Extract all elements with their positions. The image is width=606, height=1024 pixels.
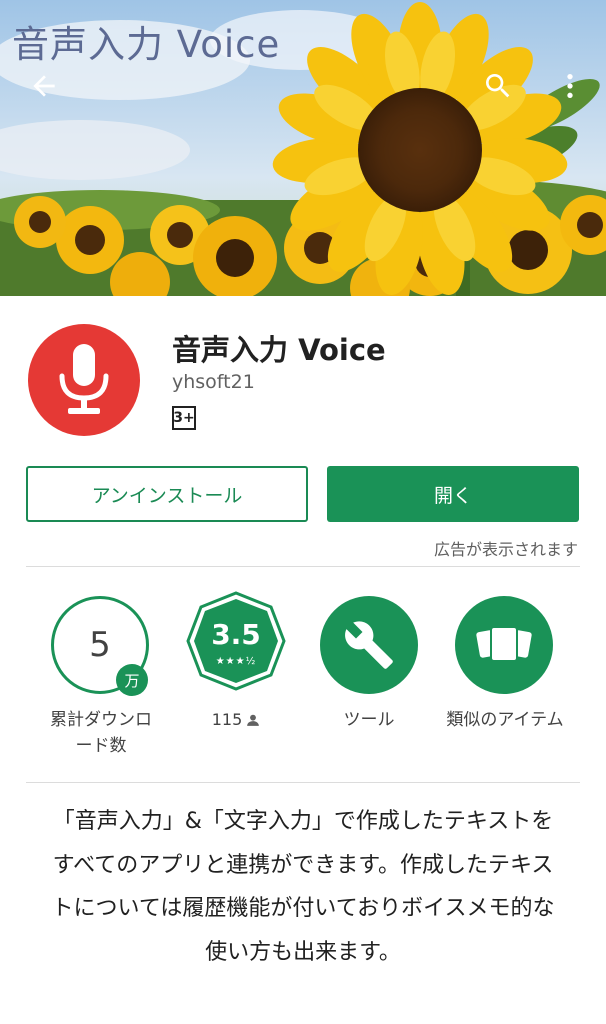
arrow-back-icon: [33, 75, 55, 97]
back-button[interactable]: [20, 62, 68, 110]
similar-items-stat[interactable]: [455, 596, 553, 694]
app-description[interactable]: 「音声入力」&「文字入力」で作成したテキストをすべてのアプリと連携ができます。作…: [48, 800, 558, 974]
reviews-count-label: 115: [204, 707, 268, 733]
more-options-button[interactable]: [546, 62, 594, 110]
app-title: 音声入力 Voice: [172, 333, 386, 367]
cards-icon: [476, 626, 532, 662]
ads-notice: 広告が表示されます: [433, 540, 578, 559]
banner-overlay-title: 音声入力 Voice: [12, 23, 281, 66]
downloads-count: 5: [89, 625, 111, 665]
hero-banner: 音声入力 Voice: [0, 0, 606, 296]
more-vert-icon: [567, 74, 573, 98]
divider-top: [26, 566, 580, 567]
rating-stars: ★★★½: [215, 656, 257, 667]
developer-link[interactable]: yhsoft21: [172, 371, 255, 393]
divider-bottom: [26, 782, 580, 783]
microphone-icon: [59, 344, 109, 414]
person-icon: [247, 714, 260, 726]
downloads-label: 累計ダウンロード数: [50, 710, 152, 756]
search-button[interactable]: [474, 62, 522, 110]
wrench-icon: [345, 621, 393, 669]
reviews-count: 115: [211, 710, 243, 729]
uninstall-button[interactable]: アンインストール: [26, 466, 308, 522]
category-label: ツール: [343, 710, 395, 730]
rating-value: 3.5: [211, 618, 261, 651]
similar-items-label: 類似のアイテム: [446, 710, 564, 730]
content-rating-badge: 3+: [172, 406, 196, 430]
downloads-unit-badge: 万: [116, 664, 148, 696]
app-icon: [28, 324, 140, 436]
open-button[interactable]: 開く: [327, 466, 579, 522]
category-stat[interactable]: [320, 596, 418, 694]
search-icon: [486, 74, 510, 98]
